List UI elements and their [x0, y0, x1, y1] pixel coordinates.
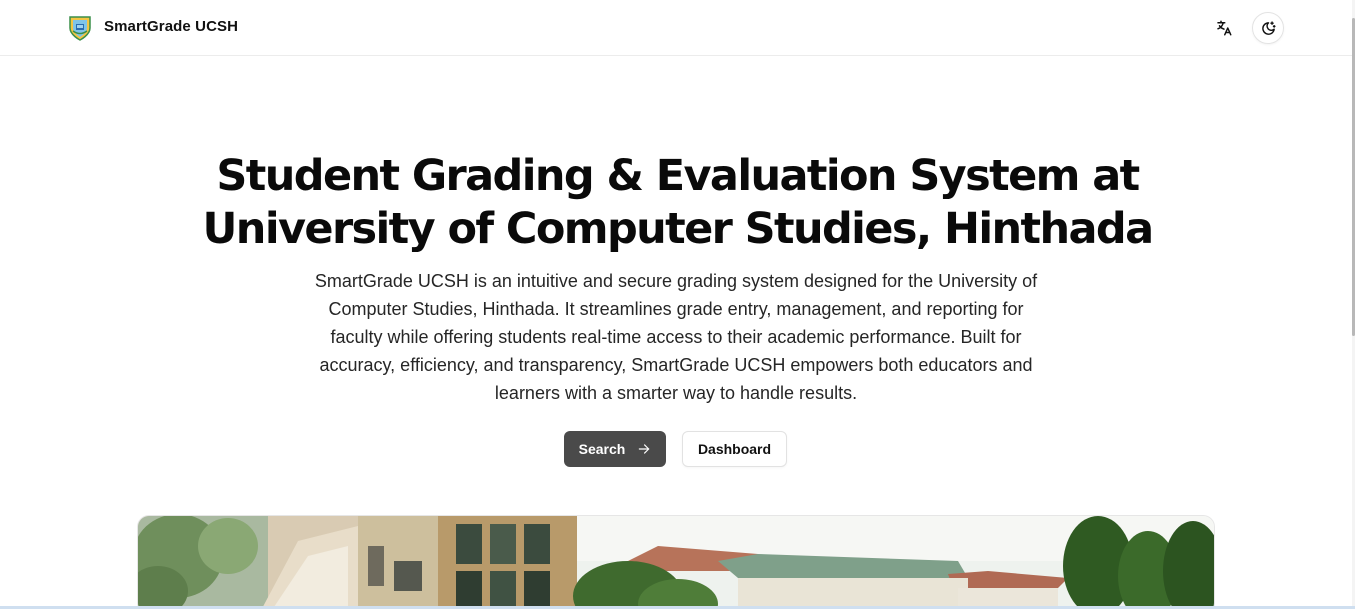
page: SmartGrade UCSH Student Grading & Evalua…: [0, 0, 1355, 609]
theme-toggle-button[interactable]: [1252, 12, 1284, 44]
university-crest-icon[interactable]: [68, 15, 92, 41]
arrow-right-icon: [639, 444, 650, 454]
language-button[interactable]: [1210, 14, 1238, 42]
moon-stars-icon: [1261, 20, 1276, 35]
dashboard-button[interactable]: Dashboard: [682, 431, 787, 467]
translate-icon: [1217, 20, 1232, 36]
dashboard-button-label: Dashboard: [697, 441, 772, 457]
search-button[interactable]: Search: [564, 431, 666, 467]
brand-name[interactable]: SmartGrade UCSH: [104, 18, 238, 35]
hero-title-line-2: University of Computer Studies, Hinthada: [202, 204, 1154, 254]
campus-image: [137, 515, 1215, 609]
hero-title-line-1: Student Grading & Evaluation System at: [216, 151, 1140, 201]
campus-illustration: [138, 516, 1214, 609]
search-button-label: Search: [578, 441, 626, 457]
hero-title: Student Grading & Evaluation System at U…: [0, 150, 1355, 256]
top-navbar: SmartGrade UCSH: [0, 0, 1355, 56]
hero-description: SmartGrade UCSH is an intuitive and secu…: [314, 271, 1038, 403]
